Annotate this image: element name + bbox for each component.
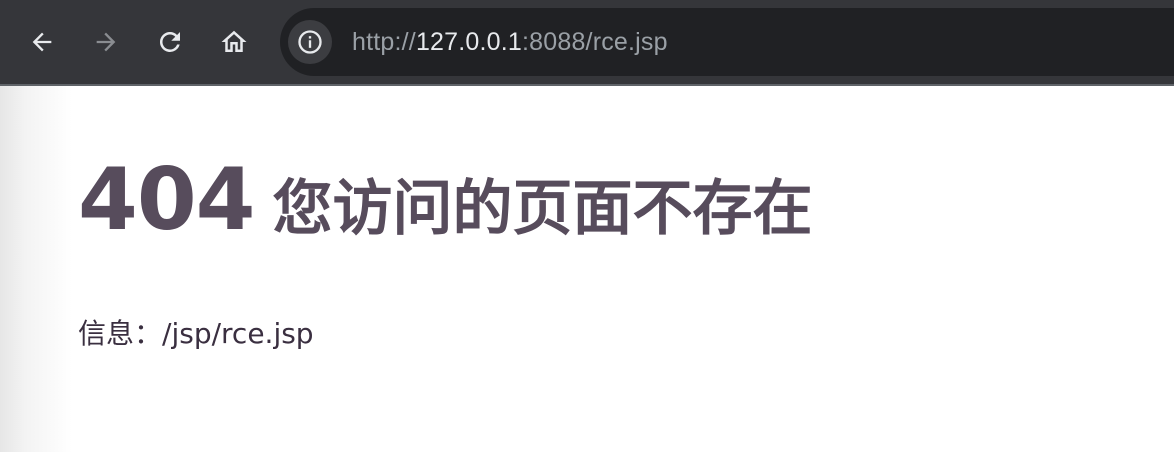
error-info: 信息：/jsp/rce.jsp: [78, 312, 314, 352]
arrow-left-icon: [32, 32, 52, 52]
error-code: 404: [78, 150, 256, 250]
info-icon: [298, 30, 322, 54]
reload-button[interactable]: [150, 22, 190, 62]
site-info-button[interactable]: [288, 20, 332, 64]
url-host: 127.0.0.1: [415, 28, 522, 56]
forward-button[interactable]: [86, 22, 126, 62]
back-button[interactable]: [22, 22, 62, 62]
home-icon: [221, 30, 247, 52]
browser-toolbar: http://127.0.0.1:8088/rce.jsp: [0, 0, 1174, 84]
error-message: 您访问的页面不存在: [272, 174, 813, 244]
address-bar[interactable]: http://127.0.0.1:8088/rce.jsp: [280, 8, 1174, 76]
info-label: 信息：: [78, 317, 163, 350]
info-value: /jsp/rce.jsp: [162, 317, 314, 350]
page-edge-shadow: [0, 86, 72, 452]
url-path: :8088/rce.jsp: [522, 28, 668, 56]
url-text[interactable]: http://127.0.0.1:8088/rce.jsp: [352, 8, 668, 76]
error-heading: 404 您访问的页面不存在: [78, 150, 813, 250]
home-button[interactable]: [214, 22, 254, 62]
toolbar-divider: [0, 84, 1174, 86]
reload-icon: [159, 31, 180, 52]
url-scheme: http://: [352, 28, 416, 56]
arrow-right-icon: [96, 32, 116, 52]
